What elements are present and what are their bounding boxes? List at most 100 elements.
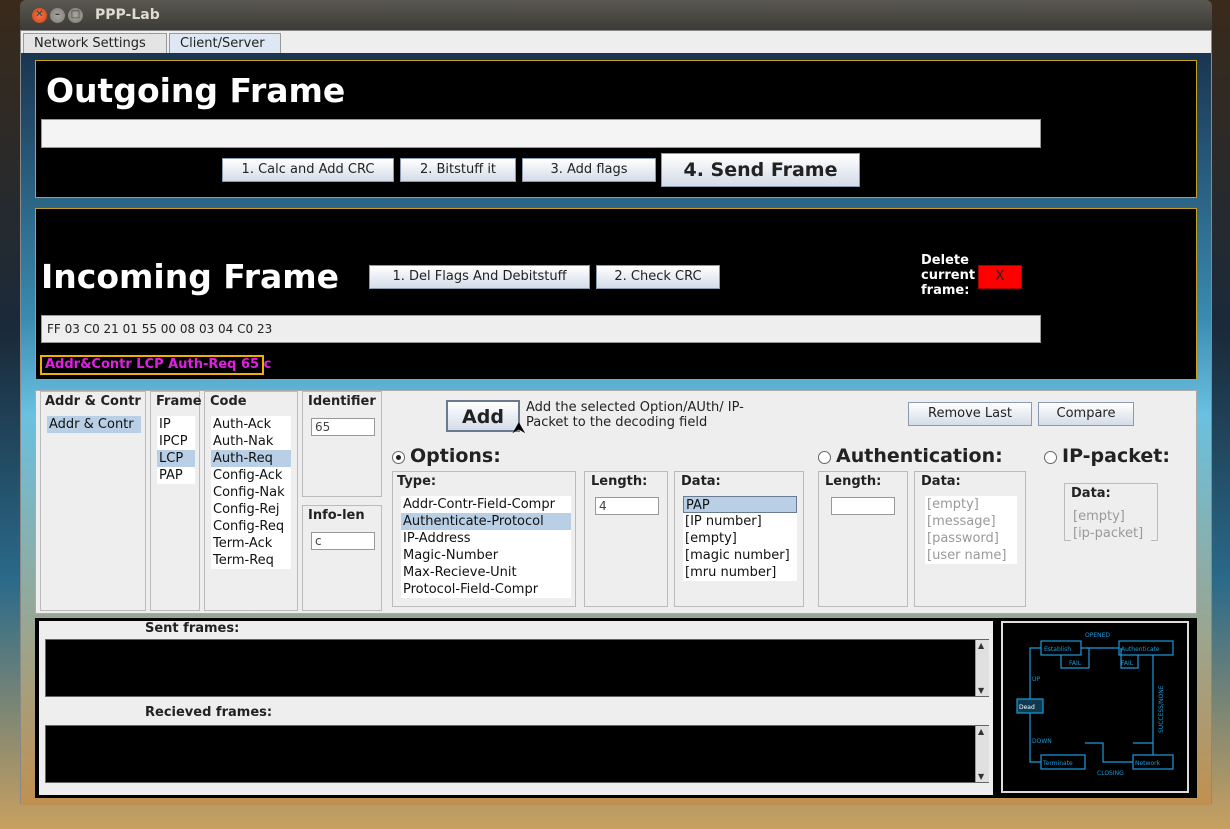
list-item[interactable]: [empty] xyxy=(683,530,797,547)
list-item[interactable]: Config-Req xyxy=(211,518,291,535)
options-type-list[interactable]: Addr-Contr-Field-Compr Authenticate-Prot… xyxy=(401,496,571,598)
del-flags-debitstuff-button[interactable]: 1. Del Flags And Debitstuff xyxy=(369,265,590,289)
close-window-button[interactable]: ✕ xyxy=(32,8,47,23)
list-item[interactable]: [empty] xyxy=(1071,508,1151,525)
mouse-cursor-icon: ⮝ xyxy=(512,418,526,437)
list-item[interactable]: Protocol-Field-Compr xyxy=(401,581,571,598)
options-length-input[interactable]: 4 xyxy=(595,497,659,515)
client-server-panel: Outgoing Frame 1. Calc and Add CRC 2. Bi… xyxy=(21,53,1211,805)
state-label: Authenticate xyxy=(1121,646,1160,653)
list-item[interactable]: [message] xyxy=(925,513,1017,530)
options-data-list[interactable]: PAP [IP number] [empty] [magic number] [… xyxy=(683,496,797,581)
list-item[interactable]: [empty] xyxy=(925,496,1017,513)
ip-data-list[interactable]: [empty] [ip-packet] xyxy=(1071,508,1151,542)
add-button[interactable]: Add xyxy=(446,400,520,432)
options-data-label: Data: xyxy=(681,474,721,489)
auth-data-list[interactable]: [empty] [message] [password] [user name] xyxy=(925,496,1017,564)
send-frame-button[interactable]: 4. Send Frame xyxy=(661,153,860,187)
code-list[interactable]: Auth-Ack Auth-Nak Auth-Req Config-Ack Co… xyxy=(211,416,291,569)
list-item[interactable]: IP xyxy=(157,416,195,433)
sent-frames-label: Sent frames: xyxy=(145,621,240,636)
auth-data-label: Data: xyxy=(921,474,961,489)
frame-type-list[interactable]: IP IPCP LCP PAP xyxy=(157,416,195,484)
bitstuff-button[interactable]: 2. Bitstuff it xyxy=(400,158,516,182)
outgoing-frame-panel: Outgoing Frame 1. Calc and Add CRC 2. Bi… xyxy=(35,60,1197,198)
tab-network-settings[interactable]: Network Settings xyxy=(23,33,167,53)
identifier-input[interactable]: 65 xyxy=(311,418,375,436)
sent-frames-textarea[interactable] xyxy=(45,639,989,697)
list-item[interactable]: [IP number] xyxy=(683,513,797,530)
auth-length-label: Length: xyxy=(825,474,882,489)
incoming-frame-hex[interactable]: FF 03 C0 21 01 55 00 08 03 04 C0 23 xyxy=(41,315,1041,343)
list-item[interactable]: Term-Ack xyxy=(211,535,291,552)
calc-crc-button[interactable]: 1. Calc and Add CRC xyxy=(222,158,394,182)
list-item[interactable]: Auth-Req xyxy=(211,450,291,467)
auth-data-group: Data: [empty] [message] [password] [user… xyxy=(914,471,1026,607)
compare-button[interactable]: Compare xyxy=(1038,402,1134,426)
list-item[interactable]: [ip-packet] xyxy=(1071,525,1151,542)
list-item[interactable]: [mru number] xyxy=(683,564,797,581)
list-item[interactable]: Auth-Nak xyxy=(211,433,291,450)
list-item[interactable]: Max-Recieve-Unit xyxy=(401,564,571,581)
outgoing-frame-input[interactable] xyxy=(41,119,1041,148)
remove-last-button[interactable]: Remove Last xyxy=(908,402,1032,426)
frames-log-panel: Sent frames: ▲ ▼ Recieved frames: ▲ ▼ xyxy=(39,621,993,795)
delete-frame-button[interactable]: X xyxy=(978,265,1022,289)
list-item[interactable]: Config-Nak xyxy=(211,484,291,501)
list-item[interactable]: Addr-Contr-Field-Compr xyxy=(401,496,571,513)
list-item[interactable]: PAP xyxy=(683,496,797,513)
authentication-radio[interactable] xyxy=(818,451,831,464)
state-label: Dead xyxy=(1019,704,1035,711)
list-item[interactable]: Authenticate-Protocol xyxy=(401,513,571,530)
list-item[interactable]: Magic-Number xyxy=(401,547,571,564)
tab-client-server[interactable]: Client/Server xyxy=(169,33,281,53)
ip-data-label: Data: xyxy=(1071,486,1111,501)
state-label: Terminate xyxy=(1042,760,1073,767)
options-area: Add Add the selected Option/AUth/ IP-Pac… xyxy=(388,391,1196,611)
ip-packet-radio[interactable] xyxy=(1044,451,1057,464)
list-item[interactable]: IPCP xyxy=(157,433,195,450)
state-label: Network xyxy=(1135,760,1161,767)
maximize-window-button[interactable]: □ xyxy=(68,8,83,23)
transition-label: DOWN xyxy=(1032,738,1052,745)
add-flags-button[interactable]: 3. Add flags xyxy=(522,158,656,182)
sent-frames-scrollbar[interactable]: ▲ ▼ xyxy=(975,640,989,696)
list-item[interactable]: PAP xyxy=(157,467,195,484)
list-item[interactable]: [magic number] xyxy=(683,547,797,564)
list-item[interactable]: [password] xyxy=(925,530,1017,547)
list-item[interactable]: Config-Rej xyxy=(211,501,291,518)
incoming-frame-title: Incoming Frame xyxy=(41,257,340,296)
options-type-group: Type: Addr-Contr-Field-Compr Authenticat… xyxy=(392,471,576,607)
app-window: Network Settings Client/Server Outgoing … xyxy=(20,30,1212,805)
addr-contr-label: Addr & Contr xyxy=(45,394,141,409)
list-item[interactable]: Config-Ack xyxy=(211,467,291,484)
addr-contr-list[interactable]: Addr & Contr xyxy=(47,416,141,433)
minimize-window-button[interactable]: – xyxy=(50,8,65,23)
transition-label: FAIL xyxy=(1121,660,1134,667)
check-crc-button[interactable]: 2. Check CRC xyxy=(596,265,720,289)
received-frames-label: Recieved frames: xyxy=(145,705,273,720)
options-radio[interactable] xyxy=(392,451,405,464)
auth-length-input[interactable] xyxy=(831,497,895,515)
list-item[interactable]: Addr & Contr xyxy=(47,416,141,433)
received-frames-textarea[interactable] xyxy=(45,725,989,783)
list-item[interactable]: LCP xyxy=(157,450,195,467)
frame-type-label: Frame xyxy=(156,394,202,409)
edge-closing xyxy=(1085,742,1133,763)
transition-label: OPENED xyxy=(1085,632,1110,639)
list-item[interactable]: [user name] xyxy=(925,547,1017,564)
outgoing-frame-title: Outgoing Frame xyxy=(46,71,346,110)
auth-length-group: Length: xyxy=(818,471,908,607)
list-item[interactable]: Auth-Ack xyxy=(211,416,291,433)
info-len-input[interactable]: c xyxy=(311,532,375,550)
received-frames-scrollbar[interactable]: ▲ ▼ xyxy=(975,726,989,782)
identifier-label: Identifier xyxy=(308,394,376,409)
authentication-label: Authentication: xyxy=(836,445,1003,467)
transition-label: FAIL xyxy=(1069,660,1082,667)
log-area: Sent frames: ▲ ▼ Recieved frames: ▲ ▼ Es… xyxy=(35,618,1197,798)
list-item[interactable]: Term-Req xyxy=(211,552,291,569)
list-item[interactable]: IP-Address xyxy=(401,530,571,547)
options-label: Options: xyxy=(410,445,501,467)
ip-packet-label: IP-packet: xyxy=(1062,445,1170,467)
tab-bar: Network Settings Client/Server xyxy=(21,31,1211,53)
